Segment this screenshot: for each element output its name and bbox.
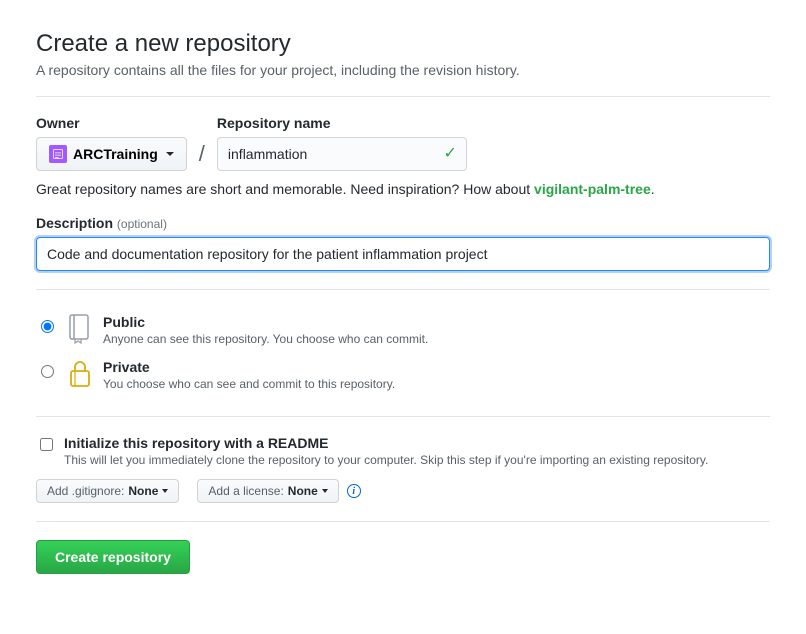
chevron-down-icon	[166, 152, 174, 156]
public-desc: Anyone can see this repository. You choo…	[103, 332, 428, 346]
divider	[36, 96, 770, 97]
name-hint: Great repository names are short and mem…	[36, 181, 770, 197]
repo-public-icon	[67, 314, 93, 347]
public-title: Public	[103, 314, 428, 330]
page-subtitle: A repository contains all the files for …	[36, 62, 770, 78]
path-separator: /	[199, 141, 205, 171]
readme-checkbox[interactable]	[40, 438, 53, 451]
private-radio[interactable]	[41, 365, 54, 378]
suggestion-link[interactable]: vigilant-palm-tree	[534, 181, 651, 197]
readme-title: Initialize this repository with a README	[64, 435, 708, 451]
description-input[interactable]	[36, 237, 770, 271]
owner-avatar-icon	[49, 145, 67, 163]
lock-icon	[67, 359, 93, 392]
create-repository-button[interactable]: Create repository	[36, 540, 190, 574]
description-label: Description (optional)	[36, 215, 770, 231]
owner-label: Owner	[36, 115, 187, 131]
divider	[36, 416, 770, 417]
chevron-down-icon	[322, 489, 328, 493]
divider	[36, 521, 770, 522]
private-title: Private	[103, 359, 395, 375]
page-title: Create a new repository	[36, 30, 770, 58]
owner-select[interactable]: ARCTraining	[36, 137, 187, 171]
info-icon[interactable]: i	[347, 484, 361, 498]
repo-name-label: Repository name	[217, 115, 467, 131]
valid-check-icon: ✓	[444, 146, 457, 162]
chevron-down-icon	[162, 489, 168, 493]
owner-name: ARCTraining	[73, 146, 158, 162]
license-select[interactable]: Add a license: None	[197, 479, 338, 503]
gitignore-select[interactable]: Add .gitignore: None	[36, 479, 179, 503]
public-radio[interactable]	[41, 320, 54, 333]
private-desc: You choose who can see and commit to thi…	[103, 377, 395, 391]
divider	[36, 289, 770, 290]
readme-desc: This will let you immediately clone the …	[64, 453, 708, 467]
repo-name-input[interactable]	[217, 137, 467, 171]
